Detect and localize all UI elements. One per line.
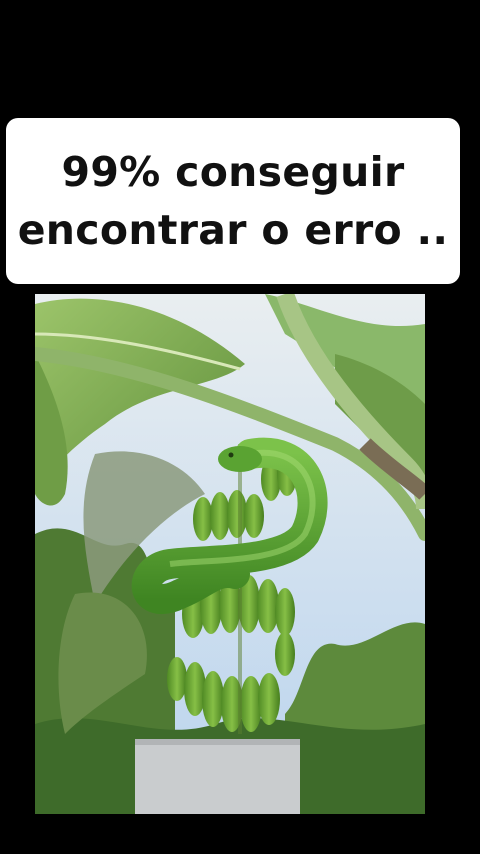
snake-head	[218, 446, 262, 472]
caption-line-2: encontrar o erro ..	[17, 206, 449, 254]
caption-line-1: 99% conseguir	[61, 148, 405, 196]
banana-snake-illustration	[35, 294, 425, 814]
banana-tree-photo	[35, 294, 425, 814]
grey-wall	[135, 739, 300, 814]
caption-box: 99% conseguir encontrar o erro ..	[6, 118, 460, 284]
